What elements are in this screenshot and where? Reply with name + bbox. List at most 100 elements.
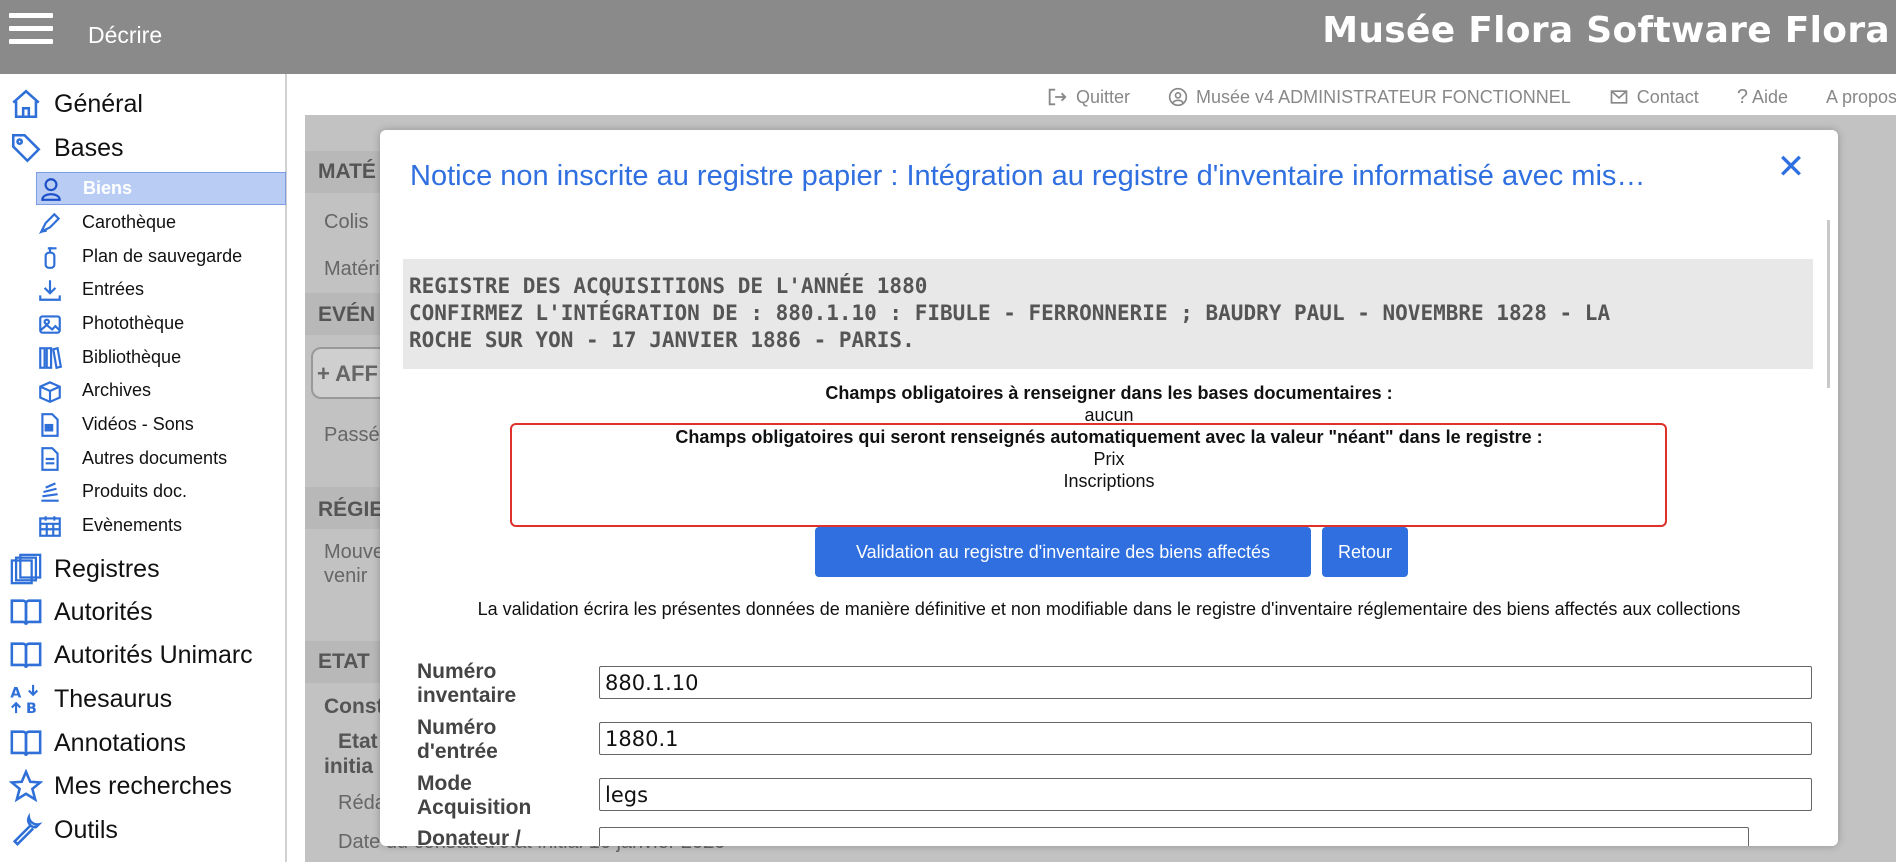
bg-section-evenements: EVÉN — [318, 303, 376, 326]
help-link[interactable]: ? Aide — [1737, 86, 1788, 109]
mandatory-fields-title: Champs obligatoires à renseigner dans le… — [825, 383, 1393, 403]
box-icon — [36, 377, 64, 405]
banner-line: CONFIRMEZ L'INTÉGRATION DE : 880.1.10 : … — [409, 301, 1611, 325]
sidebar-item-label: Mes recherches — [54, 771, 232, 800]
auto-field-item: Inscriptions — [1063, 471, 1155, 491]
bg-section-materiel: MATÉ — [318, 160, 376, 183]
numero-inventaire-input[interactable] — [599, 666, 1812, 699]
sidebar-item-annotations[interactable]: Annotations — [8, 723, 186, 763]
sidebar-item-general[interactable]: Général — [8, 84, 143, 124]
sidebar-item-mes-recherches[interactable]: Mes recherches — [8, 766, 232, 806]
bg-section-regie: RÉGIE — [318, 498, 384, 521]
sidebar-item-label: Annotations — [54, 728, 187, 757]
modal-scrollbar[interactable] — [1827, 220, 1830, 388]
calendar-icon — [36, 512, 64, 540]
bg-label: Matéri — [324, 258, 380, 280]
books-icon — [36, 344, 64, 372]
sidebar-item-autorites[interactable]: Autorités — [8, 592, 153, 632]
sidebar-item-bases[interactable]: Bases — [8, 128, 123, 168]
tag-icon — [8, 130, 44, 166]
banner-line: ROCHE SUR YON - 17 JANVIER 1886 - PARIS. — [409, 328, 915, 352]
bg-label: Passé — [324, 424, 380, 446]
bust-icon — [37, 175, 65, 203]
pen-icon — [36, 209, 64, 237]
bg-label: Réda — [338, 792, 386, 814]
field-label-numero-inventaire: Numéro inventaire — [417, 660, 517, 707]
validation-warning: La validation écrira les présentes donné… — [477, 599, 1741, 619]
sidebar-item-archives[interactable]: Archives — [36, 374, 286, 407]
question-icon: ? — [1736, 85, 1748, 108]
donateur-input[interactable] — [599, 827, 1749, 846]
sidebar-item-label: Autorités Unimarc — [54, 640, 253, 669]
image-icon — [36, 310, 64, 338]
sidebar-item-label: Thesaurus — [54, 684, 173, 713]
sidebar-item-produits-doc[interactable]: Produits doc. — [36, 475, 286, 508]
field-label-mode-acquisition: Mode Acquisition — [417, 772, 532, 819]
sidebar-item-outils[interactable]: Outils — [8, 810, 118, 850]
sidebar-item-autres-documents[interactable]: Autres documents — [36, 442, 286, 475]
book-icon — [8, 637, 44, 673]
about-link[interactable]: A propos — [1826, 87, 1896, 108]
book-icon — [8, 725, 44, 761]
user-link[interactable]: Musée v4 ADMINISTRATEUR FONCTIONNEL — [1168, 87, 1571, 108]
bg-label: Colis — [324, 211, 369, 233]
video-file-icon — [36, 411, 64, 439]
sidebar-item-label: Vidéos - Sons — [82, 414, 194, 434]
field-label-numero-entree: Numéro d'entrée — [417, 716, 498, 763]
section-title: Décrire — [88, 22, 163, 48]
sidebar-item-autorites-unimarc[interactable]: Autorités Unimarc — [8, 635, 253, 675]
registers-icon — [8, 551, 44, 587]
book-icon — [8, 594, 44, 630]
close-icon[interactable]: ✕ — [1774, 150, 1808, 184]
quit-link[interactable]: Quitter — [1046, 86, 1130, 108]
sidebar-item-label: Registres — [54, 554, 160, 583]
register-banner: REGISTRE DES ACQUISITIONS DE L'ANNÉE 188… — [403, 259, 1813, 369]
modal-title: Notice non inscrite au registre papier :… — [410, 160, 1646, 192]
sidebar-item-carotheque[interactable]: Carothèque — [36, 206, 286, 239]
sidebar-item-label: Général — [54, 89, 143, 118]
sidebar-item-biens[interactable]: Biens — [36, 172, 286, 205]
help-label: Aide — [1751, 86, 1788, 107]
sidebar-item-videos-sons[interactable]: Vidéos - Sons — [36, 408, 286, 441]
integration-modal: Notice non inscrite au registre papier :… — [380, 130, 1838, 846]
logout-icon — [1046, 86, 1068, 108]
contact-label: Contact — [1636, 86, 1699, 107]
bg-label: venir — [324, 565, 368, 587]
sidebar-item-plan-sauvegarde[interactable]: Plan de sauvegarde — [36, 240, 286, 273]
about-label: A propos — [1825, 86, 1896, 107]
sidebar-item-label: Biens — [83, 178, 133, 198]
sidebar-item-label: Autres documents — [82, 448, 228, 468]
download-icon — [36, 276, 64, 304]
back-button[interactable]: Retour — [1322, 527, 1408, 577]
user-circle-icon — [1168, 87, 1188, 107]
bg-label: Mouve — [324, 541, 385, 563]
bg-subsection: Const — [324, 695, 384, 718]
extinguisher-icon — [36, 243, 64, 271]
sidebar-item-label: Carothèque — [82, 212, 177, 232]
sidebar-item-thesaurus[interactable]: AB Thesaurus — [8, 679, 172, 719]
sidebar-item-label: Autorités — [54, 597, 153, 626]
contact-link[interactable]: Contact — [1609, 87, 1699, 108]
sidebar-item-phototheque[interactable]: Photothèque — [36, 307, 286, 340]
top-links: Quitter Musée v4 ADMINISTRATEUR FONCTION… — [1046, 84, 1896, 110]
auto-fields-title: Champs obligatoires qui seront renseigné… — [675, 427, 1543, 447]
star-icon — [8, 768, 44, 804]
sidebar-item-bibliotheque[interactable]: Bibliothèque — [36, 341, 286, 374]
mode-acquisition-input[interactable] — [599, 778, 1812, 811]
envelope-icon — [1609, 87, 1629, 107]
user-label: Musée v4 ADMINISTRATEUR FONCTIONNEL — [1196, 86, 1571, 107]
home-icon — [8, 86, 44, 122]
sidebar-item-label: Evènements — [82, 515, 183, 535]
svg-text:A: A — [10, 686, 21, 702]
sidebar-item-registres[interactable]: Registres — [8, 549, 160, 589]
sidebar-item-label: Outils — [54, 815, 118, 844]
sidebar-item-entrees[interactable]: Entrées — [36, 273, 286, 306]
validate-register-button[interactable]: Validation au registre d'inventaire des … — [815, 527, 1311, 577]
thesaurus-icon: AB — [8, 681, 44, 717]
sidebar-item-evenements[interactable]: Evènements — [36, 509, 286, 542]
svg-text:B: B — [26, 701, 37, 716]
document-icon — [36, 445, 64, 473]
numero-entree-input[interactable] — [599, 722, 1812, 755]
sidebar-item-label: Entrées — [82, 279, 145, 299]
hamburger-menu-icon[interactable] — [9, 13, 53, 49]
